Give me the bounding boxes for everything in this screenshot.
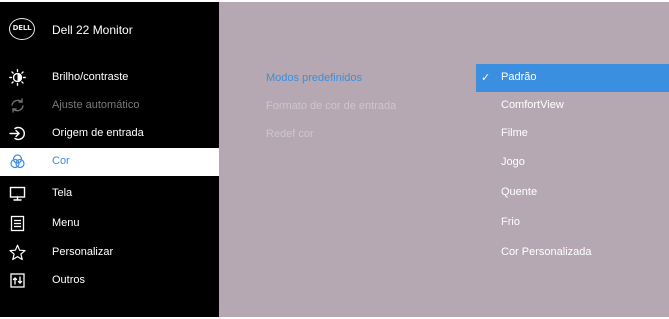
- preset-mode-label: ComfortView: [501, 99, 564, 111]
- preset-mode-warm[interactable]: Quente: [476, 179, 669, 207]
- menu-item-label: Brilho/contraste: [52, 71, 129, 83]
- check-icon: ✓: [481, 71, 491, 84]
- color-icon: [10, 154, 25, 169]
- brightness-icon: [9, 69, 26, 86]
- option-preset-modes[interactable]: Modos predefinidos: [266, 72, 362, 84]
- preset-mode-comfortview[interactable]: ComfortView: [476, 92, 669, 120]
- dell-logo: DELL: [9, 18, 35, 40]
- input-source-icon: [9, 126, 25, 141]
- option-reset-color[interactable]: Redef cor: [266, 128, 314, 140]
- menu-item-color[interactable]: Cor: [0, 148, 219, 176]
- preset-mode-label: Padrão: [501, 71, 537, 83]
- menu-item-label: Ajuste automático: [52, 99, 140, 111]
- monitor-model-title: Dell 22 Monitor: [52, 23, 133, 37]
- preset-mode-game[interactable]: Jogo: [476, 149, 669, 177]
- menu-item-label: Outros: [52, 274, 86, 286]
- others-icon: [10, 273, 25, 288]
- menu-item-personalize[interactable]: Personalizar: [0, 239, 219, 267]
- menu-item-label: Personalizar: [52, 246, 114, 258]
- preset-mode-movie[interactable]: Filme: [476, 120, 669, 148]
- menu-item-label: Origem de entrada: [52, 127, 144, 139]
- menu-item-menu[interactable]: Menu: [0, 210, 219, 238]
- menu-icon: [10, 215, 25, 232]
- preset-mode-label: Frio: [501, 216, 520, 228]
- menu-item-input-source[interactable]: Origem de entrada: [0, 120, 219, 148]
- menu-item-label: Tela: [52, 187, 73, 199]
- display-icon: [9, 186, 26, 201]
- menu-item-others[interactable]: Outros: [0, 267, 219, 295]
- menu-item-label: Cor: [52, 155, 70, 167]
- auto-adjust-icon: [11, 98, 24, 113]
- menu-item-auto-adjust[interactable]: Ajuste automático: [0, 92, 219, 120]
- menu-item-brightness-contrast[interactable]: Brilho/contraste: [0, 64, 219, 92]
- preset-mode-standard[interactable]: ✓ Padrão: [476, 64, 669, 92]
- monitor-osd: DELL Dell 22 Monitor Brilho/contraste Aj…: [0, 2, 669, 317]
- preset-mode-custom-color[interactable]: Cor Personalizada: [476, 239, 669, 267]
- menu-item-label: Menu: [52, 217, 80, 229]
- preset-mode-label: Filme: [501, 127, 528, 139]
- preset-mode-label: Cor Personalizada: [501, 246, 592, 258]
- preset-mode-cool[interactable]: Frio: [476, 209, 669, 237]
- preset-mode-label: Quente: [501, 186, 538, 198]
- osd-content-panel: Modos predefinidos Formato de cor de ent…: [219, 2, 669, 317]
- option-input-color-format[interactable]: Formato de cor de entrada: [266, 100, 396, 112]
- preset-mode-label: Jogo: [501, 156, 525, 168]
- menu-item-display[interactable]: Tela: [0, 180, 219, 208]
- osd-header: DELL Dell 22 Monitor: [0, 2, 219, 57]
- osd-sidebar: DELL Dell 22 Monitor Brilho/contraste Aj…: [0, 2, 219, 317]
- star-icon: [9, 244, 26, 261]
